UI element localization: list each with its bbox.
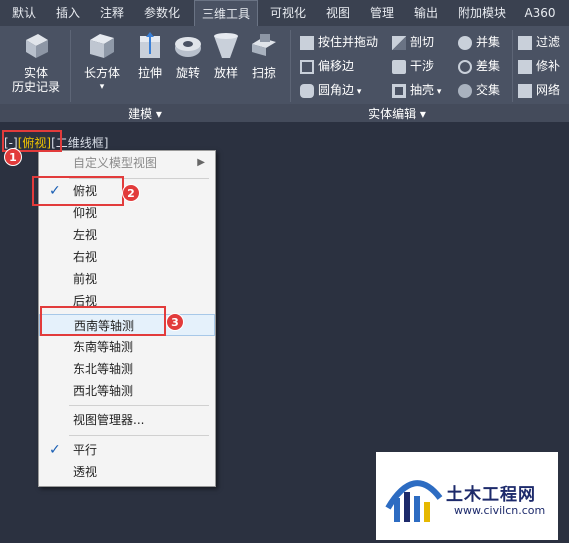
- tab-manage[interactable]: 管理: [362, 0, 402, 26]
- slice-icon: [392, 35, 406, 50]
- revolve-label: 旋转: [175, 66, 200, 80]
- tab-insert[interactable]: 插入: [48, 0, 88, 26]
- repair-button[interactable]: 修补: [518, 56, 560, 76]
- solid-history-label2: 历史记录: [11, 80, 60, 94]
- shell-label: 抽壳: [410, 83, 435, 97]
- offset-edge-label: 偏移边: [318, 59, 355, 73]
- union-label: 并集: [476, 35, 501, 49]
- shell-icon: [392, 83, 406, 98]
- menu-item-front[interactable]: 前视: [39, 268, 215, 290]
- annotation-box-2: [32, 176, 124, 206]
- menu-item-se-iso[interactable]: 东南等轴测: [39, 336, 215, 358]
- presspull-label: 按住并拖动: [318, 35, 379, 49]
- ribbon-divider: [290, 30, 291, 102]
- menu-item-nw-iso[interactable]: 西北等轴测: [39, 380, 215, 402]
- repair-icon: [518, 59, 532, 74]
- menu-item-ne-iso[interactable]: 东北等轴测: [39, 358, 215, 380]
- interfere-icon: [392, 59, 406, 74]
- check-icon: ✓: [49, 442, 61, 458]
- extrude-button[interactable]: 拉伸: [130, 30, 170, 80]
- ribbon-tab-bar: 默认 插入 注释 参数化 三维工具 可视化 视图 管理 输出 附加模块 A360: [0, 0, 569, 26]
- sweep-icon: [252, 34, 276, 56]
- fillet-edge-label: 圆角边: [318, 83, 355, 97]
- box-label: 长方体: [83, 66, 120, 80]
- chevron-right-icon: ▶: [197, 157, 205, 168]
- menu-item-perspective[interactable]: 透视: [39, 461, 215, 483]
- ribbon-divider: [512, 30, 513, 102]
- offset-edge-button[interactable]: 偏移边: [300, 56, 354, 76]
- sweep-button[interactable]: 扫掠: [246, 30, 282, 80]
- tab-default[interactable]: 默认: [4, 0, 44, 26]
- intersect-icon: [458, 83, 472, 98]
- filter-icon: [518, 35, 532, 50]
- solid-editing-group-title[interactable]: 实体编辑 ▾: [352, 107, 442, 121]
- tab-annotate[interactable]: 注释: [92, 0, 132, 26]
- repair-label: 修补: [536, 59, 561, 73]
- tab-visualize[interactable]: 可视化: [262, 0, 314, 26]
- mesh-label: 网络: [536, 83, 561, 97]
- ribbon-panel-titles: [0, 104, 569, 122]
- loft-button[interactable]: 放样: [208, 30, 244, 80]
- menu-item-custom-view[interactable]: 自定义模型视图 ▶: [39, 152, 215, 174]
- shell-button[interactable]: 抽壳 ▾: [392, 80, 441, 100]
- slice-button[interactable]: 剖切: [392, 32, 434, 52]
- intersect-label: 交集: [476, 83, 501, 97]
- extrude-icon: [140, 32, 160, 58]
- menu-item-parallel[interactable]: ✓ 平行: [39, 439, 215, 461]
- subtract-icon: [458, 59, 472, 74]
- ribbon-panel: 实体 历史记录 长方体 ▾ 拉伸 旋转 放样 扫掠 按住并拖动 偏移边 圆角边 …: [0, 26, 569, 122]
- extrude-label: 拉伸: [137, 66, 162, 80]
- slice-label: 剖切: [410, 35, 435, 49]
- menu-item-left[interactable]: 左视: [39, 224, 215, 246]
- intersect-button[interactable]: 交集: [458, 80, 500, 100]
- menu-separator: [69, 405, 209, 406]
- watermark-title: 土木工程网: [446, 485, 536, 505]
- revolve-button[interactable]: 旋转: [170, 30, 206, 80]
- offset-edge-icon: [300, 59, 314, 74]
- sweep-label: 扫掠: [251, 66, 276, 80]
- solid-history-button[interactable]: 实体 历史记录: [8, 30, 64, 94]
- filter-button[interactable]: 过滤: [518, 32, 560, 52]
- annotation-badge-1: 1: [4, 148, 22, 166]
- menu-item-right[interactable]: 右视: [39, 246, 215, 268]
- presspull-icon: [300, 35, 314, 50]
- interfere-button[interactable]: 干涉: [392, 56, 434, 76]
- interfere-label: 干涉: [410, 59, 435, 73]
- tab-a360[interactable]: A360: [518, 0, 562, 26]
- filter-label: 过滤: [536, 35, 561, 49]
- annotation-badge-2: 2: [122, 184, 140, 202]
- tab-3d-tools[interactable]: 三维工具: [194, 0, 258, 26]
- revolve-icon: [175, 37, 201, 57]
- loft-label: 放样: [213, 66, 238, 80]
- solid-history-label1: 实体: [23, 66, 48, 80]
- annotation-box-3: [40, 306, 166, 336]
- subtract-button[interactable]: 差集: [458, 56, 500, 76]
- ribbon-divider: [70, 30, 71, 102]
- annotation-badge-3: 3: [166, 313, 184, 331]
- menu-separator: [69, 435, 209, 436]
- union-button[interactable]: 并集: [458, 32, 500, 52]
- watermark-logo: 土木工程网 www.civilcn.com: [376, 452, 558, 540]
- loft-icon: [214, 33, 238, 58]
- union-icon: [458, 35, 472, 50]
- tab-parametric[interactable]: 参数化: [136, 0, 188, 26]
- tab-addins[interactable]: 附加模块: [450, 0, 514, 26]
- box-icon: [90, 34, 114, 58]
- mesh-button[interactable]: 网络: [518, 80, 560, 100]
- solid-history-icon: [26, 34, 48, 58]
- modeling-group-title[interactable]: 建模 ▾: [110, 107, 180, 121]
- presspull-button[interactable]: 按住并拖动: [300, 32, 378, 52]
- subtract-label: 差集: [476, 59, 501, 73]
- fillet-edge-button[interactable]: 圆角边 ▾: [300, 80, 361, 100]
- box-button[interactable]: 长方体 ▾: [80, 30, 124, 94]
- tab-output[interactable]: 输出: [406, 0, 446, 26]
- watermark-url: www.civilcn.com: [454, 504, 546, 517]
- chevron-down-icon[interactable]: ▾: [80, 80, 124, 94]
- mesh-icon: [518, 83, 532, 98]
- menu-item-view-manager[interactable]: 视图管理器...: [39, 409, 215, 431]
- fillet-edge-icon: [300, 83, 314, 98]
- civilcn-logo-icon: [385, 480, 443, 522]
- tab-view[interactable]: 视图: [318, 0, 358, 26]
